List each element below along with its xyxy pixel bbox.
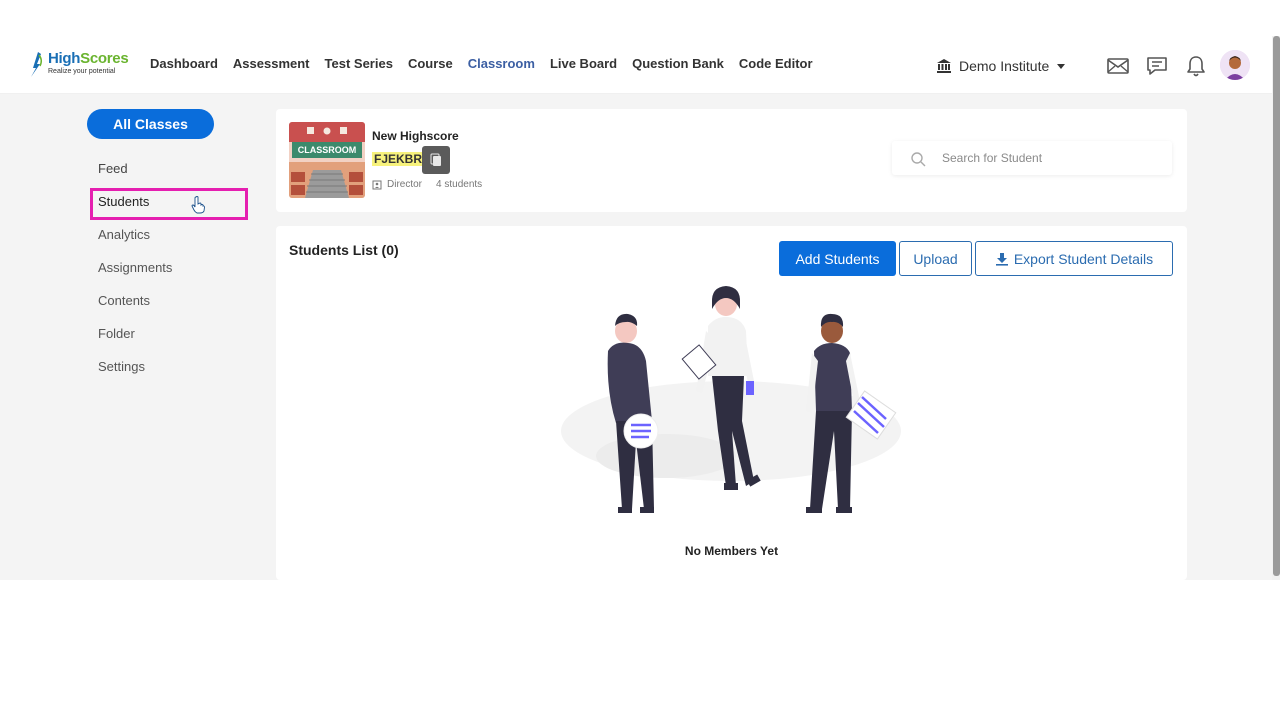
institute-dropdown[interactable]: Demo Institute xyxy=(936,58,1066,74)
nav-test-series[interactable]: Test Series xyxy=(325,56,393,71)
search-input[interactable] xyxy=(942,149,1162,167)
students-list-card: Students List (0) Add Students Upload Ex… xyxy=(276,226,1187,580)
copy-icon xyxy=(430,153,441,166)
copy-code-button[interactable] xyxy=(422,146,450,174)
person-left xyxy=(607,313,659,513)
export-button-label: Export Student Details xyxy=(1013,250,1154,267)
nav-course[interactable]: Course xyxy=(408,56,453,71)
download-icon xyxy=(995,252,1008,266)
sidebar-item-contents[interactable]: Contents xyxy=(98,293,150,308)
nav-dashboard[interactable]: Dashboard xyxy=(150,56,218,71)
institute-name: Demo Institute xyxy=(959,58,1050,74)
class-role-label: Director xyxy=(387,179,423,190)
empty-state-message: No Members Yet xyxy=(684,544,779,558)
logo-text: HighScores xyxy=(48,50,129,67)
empty-state-illustration xyxy=(561,286,901,513)
highscores-logo[interactable]: HighScores Realize your potential xyxy=(28,48,129,82)
upload-button[interactable]: Upload xyxy=(899,241,972,276)
avatar-person-icon xyxy=(1220,50,1250,80)
person-right xyxy=(806,313,897,513)
sidebar-item-assignments[interactable]: Assignments xyxy=(98,260,172,275)
nav-live-board[interactable]: Live Board xyxy=(550,56,617,71)
thumbnail-label: CLASSROOM xyxy=(298,145,357,155)
sidebar-item-folder[interactable]: Folder xyxy=(98,326,135,341)
logo-mark-icon xyxy=(31,52,43,77)
scrollbar-thumb[interactable] xyxy=(1273,36,1280,576)
class-card: CLASSROOM New Highscore FJEKBR Director … xyxy=(276,109,1187,212)
sidebar-item-settings[interactable]: Settings xyxy=(98,359,145,374)
main-content: All Classes Feed Students Analytics Assi… xyxy=(0,94,1272,580)
class-student-count: 4 students xyxy=(436,179,483,190)
search-icon xyxy=(911,152,926,167)
add-students-button[interactable]: Add Students xyxy=(779,241,896,276)
student-search[interactable] xyxy=(892,141,1172,175)
logo-text-high: High xyxy=(48,50,81,67)
all-classes-button[interactable]: All Classes xyxy=(87,109,214,139)
selection-highlight xyxy=(90,188,248,220)
bell-icon[interactable] xyxy=(1184,54,1208,78)
caret-down-icon xyxy=(1057,64,1066,69)
class-code: FJEKBR xyxy=(372,152,425,166)
nav-question-bank[interactable]: Question Bank xyxy=(632,56,724,71)
sidebar-item-analytics[interactable]: Analytics xyxy=(98,227,150,242)
nav-code-editor[interactable]: Code Editor xyxy=(739,56,813,71)
sidebar-item-feed[interactable]: Feed xyxy=(98,161,128,176)
export-student-details-button[interactable]: Export Student Details xyxy=(975,241,1173,276)
nav-classroom[interactable]: Classroom xyxy=(468,56,535,71)
chat-icon[interactable] xyxy=(1145,54,1169,78)
classroom-thumbnail: CLASSROOM xyxy=(289,122,365,198)
logo-text-scores: Scores xyxy=(80,50,129,67)
top-strip xyxy=(0,0,1280,36)
class-name: New Highscore xyxy=(372,129,459,143)
class-role: Director xyxy=(372,179,422,190)
classroom-illustration: CLASSROOM xyxy=(289,122,365,198)
user-avatar[interactable] xyxy=(1220,50,1250,80)
nav-assessment[interactable]: Assessment xyxy=(233,56,310,71)
app-window: HighScores Realize your potential Dashbo… xyxy=(0,0,1280,720)
mail-icon[interactable] xyxy=(1106,54,1130,78)
id-card-icon xyxy=(372,180,382,189)
students-list-title: Students List (0) xyxy=(289,242,399,258)
nav-links: Dashboard Assessment Test Series Course … xyxy=(150,56,813,71)
hand-cursor-icon xyxy=(191,196,205,214)
institution-icon xyxy=(937,59,951,73)
logo-tagline: Realize your potential xyxy=(48,68,116,75)
navbar: HighScores Realize your potential Dashbo… xyxy=(0,36,1272,94)
class-meta: Director 4 students xyxy=(372,179,482,190)
